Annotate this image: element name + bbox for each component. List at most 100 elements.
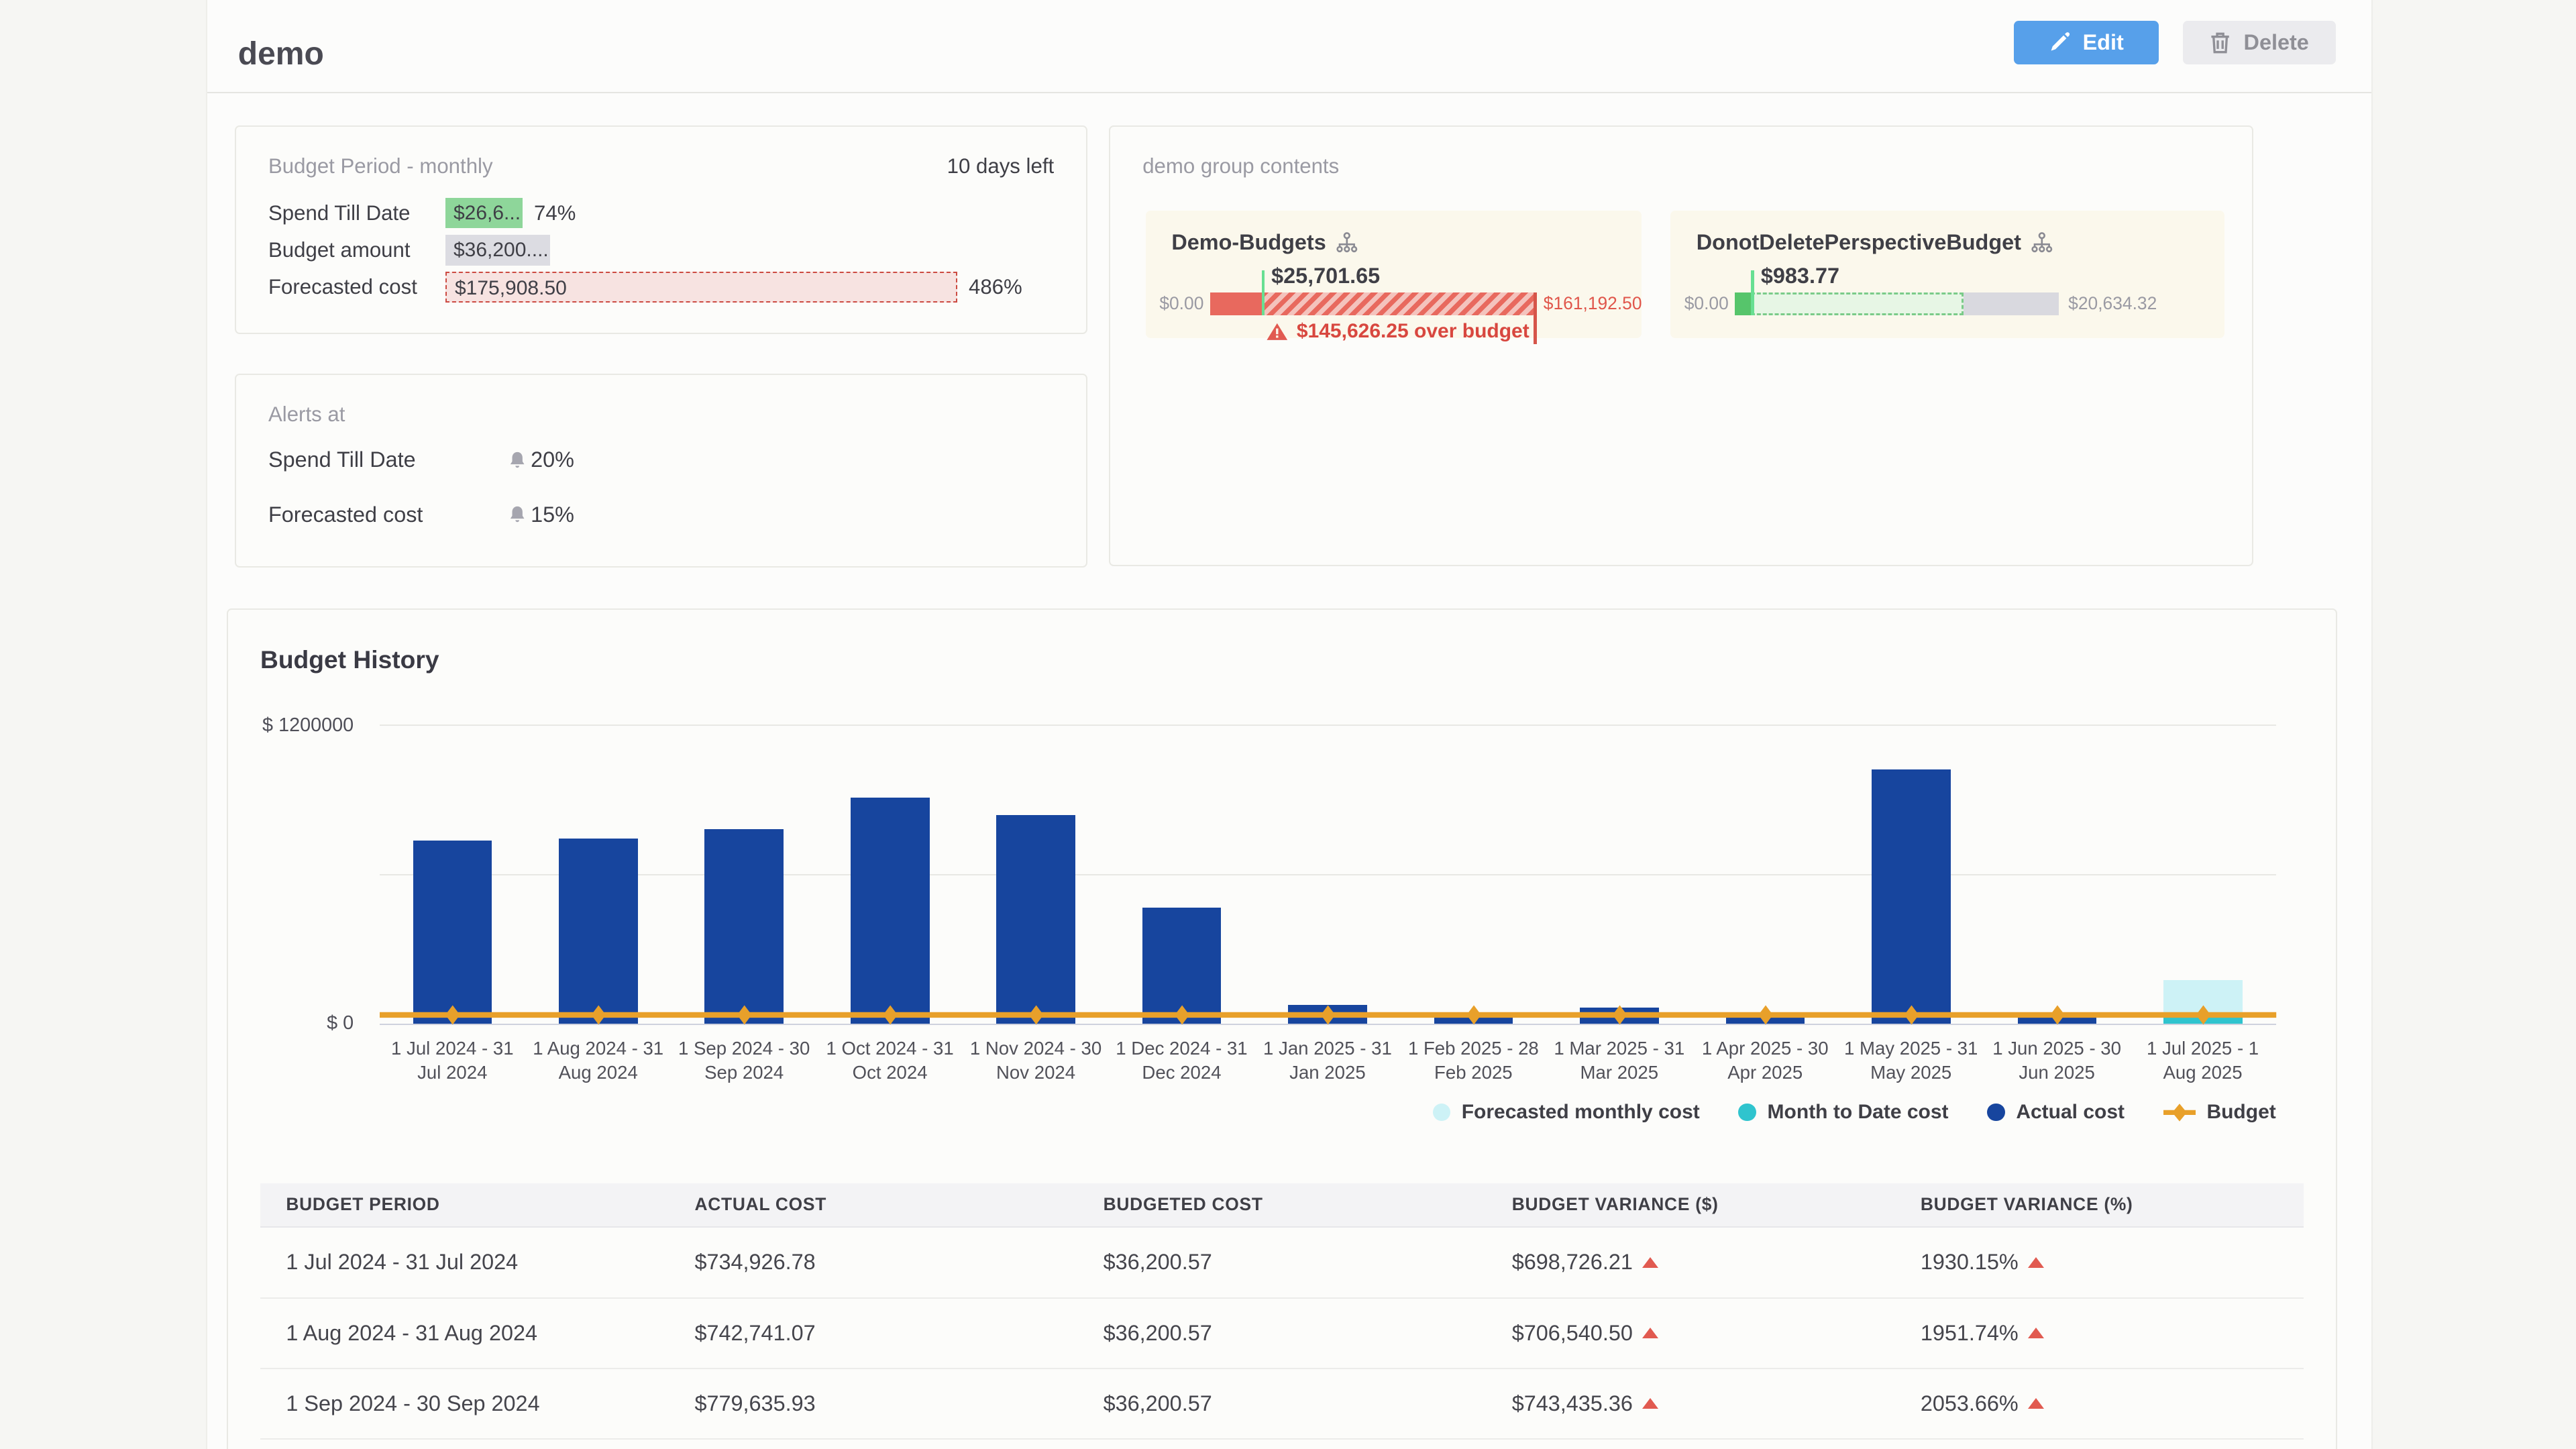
actual-cost-bar[interactable] bbox=[1142, 908, 1222, 1024]
table-row[interactable]: 1 Aug 2024 - 31 Aug 2024$742,741.07$36,2… bbox=[260, 1299, 2304, 1369]
actual-cost-bar[interactable] bbox=[559, 839, 638, 1024]
budget-mini-card[interactable]: DonotDeletePerspectiveBudget$0.00$983.77… bbox=[1670, 211, 2224, 338]
legend-item[interactable]: Budget bbox=[2163, 1101, 2276, 1124]
forecast-segment bbox=[1751, 292, 1963, 315]
forecast-over-segment bbox=[1262, 292, 1534, 315]
alert-threshold-value: 15% bbox=[531, 502, 574, 527]
edit-button-label: Edit bbox=[2083, 30, 2124, 55]
legend-item[interactable]: Forecasted monthly cost bbox=[1433, 1101, 1700, 1124]
x-tick-line2: Dec 2024 bbox=[1109, 1061, 1254, 1085]
cell-actual-cost: $734,926.78 bbox=[669, 1250, 1077, 1275]
table-column-header: BUDGET PERIOD bbox=[260, 1194, 669, 1215]
over-budget-note: $145,626.25 over budget bbox=[1262, 320, 1534, 343]
x-tick-line1: 1 Jun 2025 - 30 bbox=[1984, 1036, 2129, 1061]
x-tick-line1: 1 Feb 2025 - 28 bbox=[1401, 1036, 1546, 1061]
x-tick-label: 1 May 2025 - 31May 2025 bbox=[1838, 1036, 1984, 1085]
legend-label: Actual cost bbox=[2016, 1101, 2125, 1124]
alert-threshold: 15% bbox=[508, 502, 574, 527]
cell-variance-pct: 1951.74% bbox=[1894, 1321, 2303, 1346]
x-tick-label: 1 Jul 2024 - 31Jul 2024 bbox=[380, 1036, 525, 1085]
delete-button-label: Delete bbox=[2244, 30, 2309, 55]
edit-button[interactable]: Edit bbox=[2014, 21, 2159, 64]
variance-usd-value: $698,726.21 bbox=[1512, 1250, 1633, 1275]
actual-cost-bar[interactable] bbox=[704, 829, 784, 1024]
variance-up-icon bbox=[2028, 1257, 2044, 1268]
budget-period-row: Forecasted cost$175,908.50486% bbox=[268, 272, 1054, 303]
table-body: 1 Jul 2024 - 31 Jul 2024$734,926.78$36,2… bbox=[260, 1228, 2304, 1440]
x-tick-label: 1 Jan 2025 - 31Jan 2025 bbox=[1254, 1036, 1400, 1085]
sitemap-icon bbox=[1336, 232, 1358, 253]
actual-cost-bar[interactable] bbox=[1580, 1008, 1659, 1024]
trash-icon bbox=[2210, 32, 2231, 54]
variance-usd-value: $706,540.50 bbox=[1512, 1321, 1633, 1346]
legend-dot-icon bbox=[1433, 1104, 1450, 1121]
alert-row: Forecasted cost15% bbox=[268, 502, 1054, 527]
group-contents-title: demo group contents bbox=[1142, 154, 1339, 178]
y-tick-zero: $ 0 bbox=[241, 1012, 354, 1034]
actual-cost-bar[interactable] bbox=[996, 815, 1075, 1024]
cell-budget-period: 1 Sep 2024 - 30 Sep 2024 bbox=[260, 1391, 669, 1416]
legend-item[interactable]: Month to Date cost bbox=[1738, 1101, 1948, 1124]
x-tick-line2: Aug 2025 bbox=[2130, 1061, 2275, 1085]
chart-legend: Forecasted monthly cost Month to Date cos… bbox=[380, 1101, 2276, 1124]
cell-variance-usd: $698,726.21 bbox=[1486, 1250, 1894, 1275]
over-budget-text: $145,626.25 over budget bbox=[1297, 320, 1529, 343]
actual-spend-marker bbox=[1751, 270, 1754, 315]
x-tick-line1: 1 Sep 2024 - 30 bbox=[671, 1036, 816, 1061]
bar-max-label: $20,634.32 bbox=[2068, 292, 2157, 315]
budget-progress-bar bbox=[1735, 292, 2058, 315]
month-to-date-bar[interactable] bbox=[2163, 1017, 2243, 1024]
y-tick-max: $ 1200000 bbox=[241, 714, 354, 737]
table-row[interactable]: 1 Sep 2024 - 30 Sep 2024$779,635.93$36,2… bbox=[260, 1369, 2304, 1440]
table-row[interactable]: 1 Jul 2024 - 31 Jul 2024$734,926.78$36,2… bbox=[260, 1228, 2304, 1298]
x-tick-line2: Jul 2024 bbox=[380, 1061, 525, 1085]
cell-budget-period: 1 Aug 2024 - 31 Aug 2024 bbox=[260, 1321, 669, 1346]
variance-pct-value: 1930.15% bbox=[1921, 1250, 2019, 1275]
x-tick-line1: 1 Oct 2024 - 31 bbox=[817, 1036, 963, 1061]
cell-variance-usd: $743,435.36 bbox=[1486, 1391, 1894, 1416]
cell-variance-pct: 2053.66% bbox=[1894, 1391, 2303, 1416]
variance-up-icon bbox=[1642, 1257, 1658, 1268]
alerts-title: Alerts at bbox=[268, 402, 345, 427]
topbar: demo Edit Delete bbox=[207, 0, 2371, 93]
variance-pct-value: 2053.66% bbox=[1921, 1391, 2019, 1416]
x-tick-label: 1 Sep 2024 - 30Sep 2024 bbox=[671, 1036, 816, 1085]
cell-actual-cost: $779,635.93 bbox=[669, 1391, 1077, 1416]
actual-spend-segment bbox=[1210, 292, 1262, 315]
actual-spend-value: $983.77 bbox=[1761, 264, 1839, 288]
cell-actual-cost: $742,741.07 bbox=[669, 1321, 1077, 1346]
content-column: demo Edit Delete Budget Period - monthly… bbox=[206, 0, 2373, 1449]
actual-cost-bar[interactable] bbox=[1726, 1016, 1805, 1024]
x-tick-line1: 1 Nov 2024 - 30 bbox=[963, 1036, 1108, 1061]
remaining-budget-segment bbox=[1964, 292, 2059, 315]
cell-variance-pct: 1930.15% bbox=[1894, 1250, 2303, 1275]
legend-item[interactable]: Actual cost bbox=[1987, 1101, 2125, 1124]
chart-plot-area bbox=[380, 724, 2276, 1024]
bar-min-label: $0.00 bbox=[1152, 292, 1204, 315]
budget-period-row-pct: 74% bbox=[534, 201, 576, 225]
actual-cost-bar[interactable] bbox=[1434, 1016, 1513, 1024]
delete-button[interactable]: Delete bbox=[2183, 21, 2336, 64]
alert-threshold: 20% bbox=[508, 447, 574, 472]
budget-period-row-pct: 486% bbox=[969, 275, 1022, 299]
variance-usd-value: $743,435.36 bbox=[1512, 1391, 1633, 1416]
x-axis-line bbox=[380, 1024, 2276, 1025]
x-tick-line1: 1 Aug 2024 - 31 bbox=[525, 1036, 671, 1061]
budget-mini-card[interactable]: Demo-Budgets$0.00$145,626.25 over budget… bbox=[1146, 211, 1642, 338]
bell-icon bbox=[508, 505, 526, 525]
actual-cost-bar[interactable] bbox=[1872, 769, 1951, 1024]
table-column-header: BUDGET VARIANCE (%) bbox=[1894, 1194, 2303, 1215]
budget-line bbox=[380, 724, 2276, 1043]
actual-cost-bar[interactable] bbox=[2018, 1016, 2097, 1024]
legend-label: Budget bbox=[2206, 1101, 2275, 1124]
x-tick-line2: Jan 2025 bbox=[1254, 1061, 1400, 1085]
budget-end-marker bbox=[1534, 292, 1537, 344]
legend-label: Month to Date cost bbox=[1768, 1101, 1949, 1124]
actual-cost-bar[interactable] bbox=[413, 841, 492, 1024]
x-tick-label: 1 Apr 2025 - 30Apr 2025 bbox=[1693, 1036, 1838, 1085]
budget-period-row-label: Spend Till Date bbox=[268, 201, 445, 225]
actual-cost-bar[interactable] bbox=[851, 798, 930, 1024]
days-left-label: 10 days left bbox=[947, 154, 1055, 178]
actual-cost-bar[interactable] bbox=[1288, 1005, 1367, 1024]
budget-period-row-label: Forecasted cost bbox=[268, 275, 445, 299]
